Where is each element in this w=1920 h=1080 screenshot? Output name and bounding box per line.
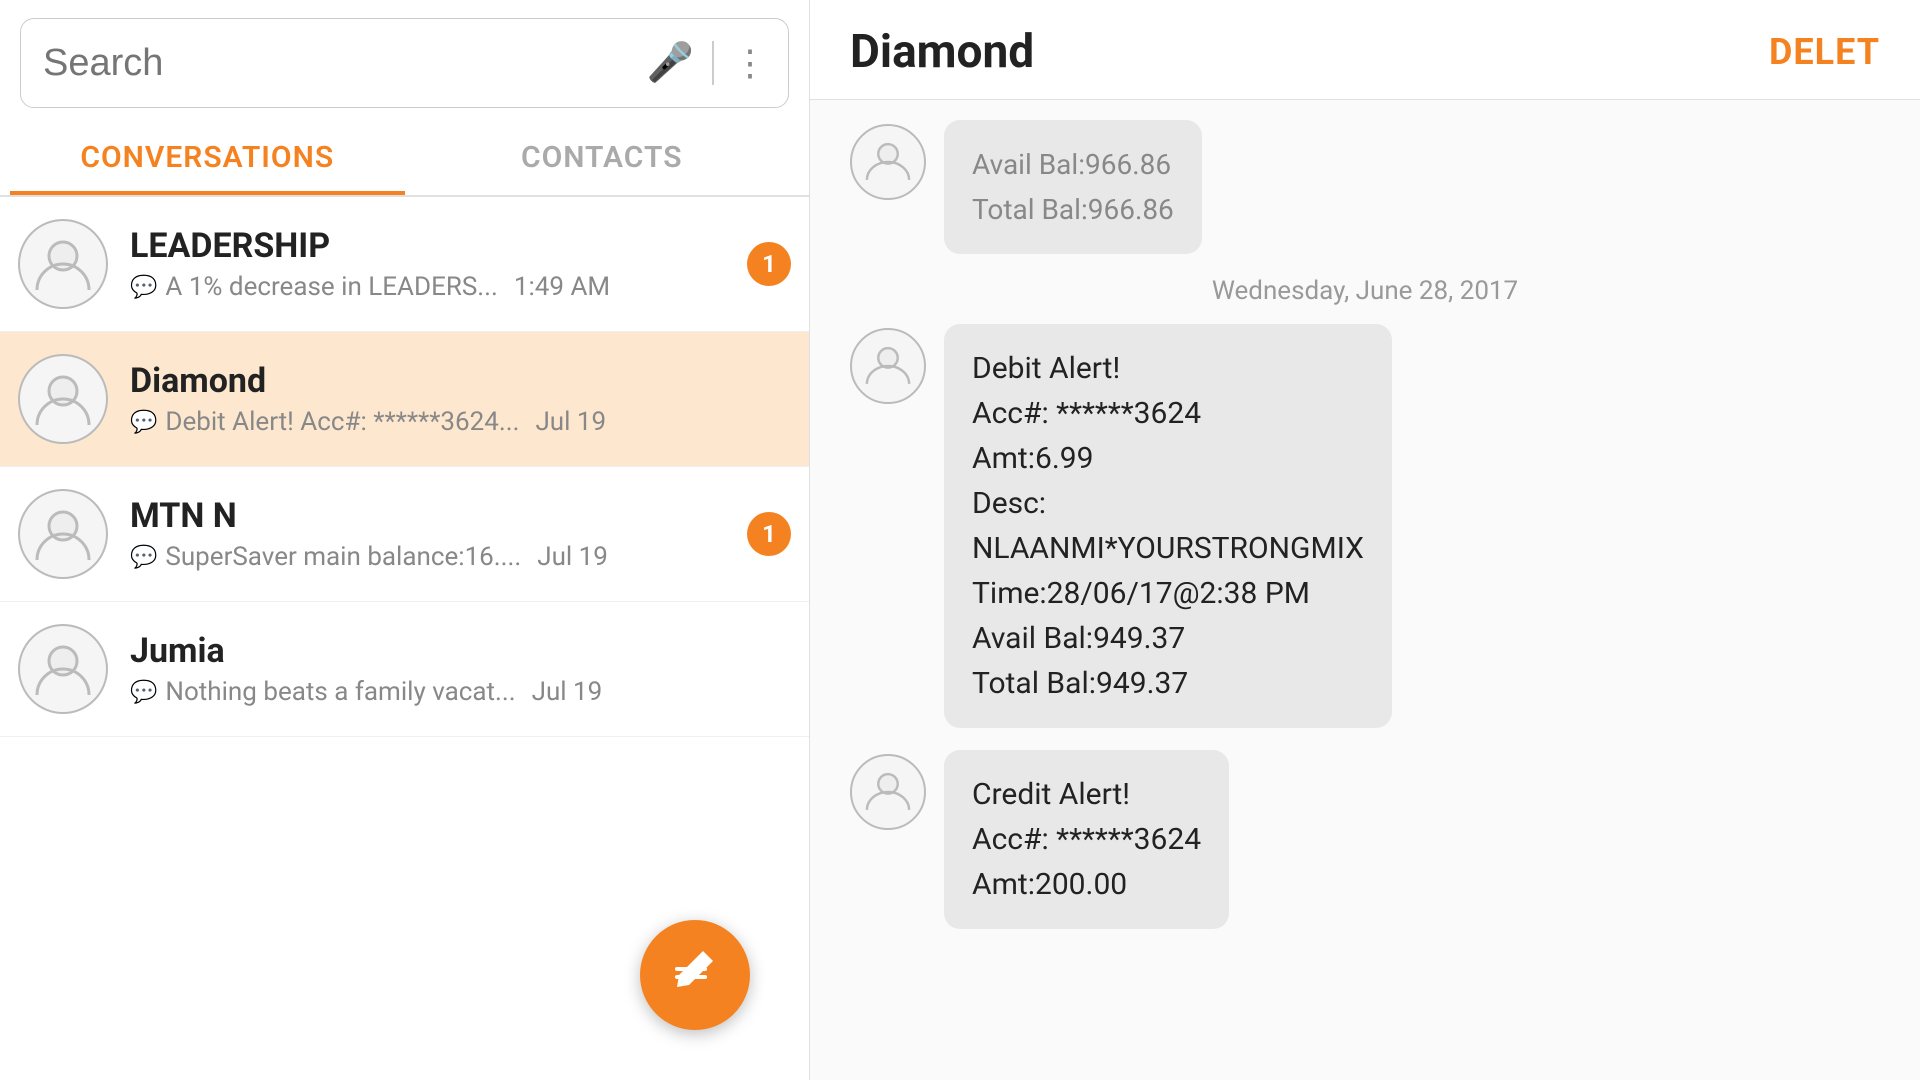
compose-fab[interactable] [640,920,750,1030]
avatar [850,328,926,404]
delete-button[interactable]: DELET [1769,31,1880,73]
conv-preview-text: Nothing beats a family vacat... [165,677,515,707]
conv-preview: 💬 Debit Alert! Acc#: ******3624... Jul 1… [130,407,671,437]
search-icons: 🎤 ⋮ [647,41,766,85]
conv-time: 1:49 AM [514,272,610,302]
avatar [18,354,108,444]
chat-title: Diamond [850,25,1034,79]
chat-icon: 💬 [130,275,157,300]
conv-right: 1 [671,242,791,286]
messages-area: Avail Bal:966.86Total Bal:966.86 Wednesd… [810,100,1920,1080]
list-item[interactable]: Diamond 💬 Debit Alert! Acc#: ******3624.… [0,332,809,467]
conv-preview: 💬 A 1% decrease in LEADERS... 1:49 AM [130,272,671,302]
search-bar: 🎤 ⋮ [20,18,789,108]
message-row: Debit Alert!Acc#: ******3624Amt:6.99Desc… [850,324,1880,728]
right-panel: Diamond DELET Avail Bal:966.86Total Bal:… [810,0,1920,1080]
tab-contacts[interactable]: CONTACTS [405,122,800,195]
conv-time: Jul 19 [535,407,606,437]
unread-badge: 1 [747,242,791,286]
chat-header: Diamond DELET [810,0,1920,100]
conv-preview: 💬 SuperSaver main balance:16.... Jul 19 [130,542,671,572]
conv-preview: 💬 Nothing beats a family vacat... Jul 19 [130,677,671,707]
search-input[interactable] [43,42,647,85]
list-item[interactable]: LEADERSHIP 💬 A 1% decrease in LEADERS...… [0,197,809,332]
left-panel: 🎤 ⋮ CONVERSATIONS CONTACTS LEADERSHIP 💬 … [0,0,810,1080]
message-bubble: Avail Bal:966.86Total Bal:966.86 [944,120,1202,254]
list-item[interactable]: MTN N 💬 SuperSaver main balance:16.... J… [0,467,809,602]
unread-badge: 1 [747,512,791,556]
avatar [18,219,108,309]
tab-conversations[interactable]: CONVERSATIONS [10,122,405,195]
list-item[interactable]: Jumia 💬 Nothing beats a family vacat... … [0,602,809,737]
avatar [18,489,108,579]
conv-name: Diamond [130,361,671,401]
conv-info: Diamond 💬 Debit Alert! Acc#: ******3624.… [130,361,671,437]
message-text: Credit Alert!Acc#: ******3624Amt:200.00 [972,777,1201,902]
conv-info: Jumia 💬 Nothing beats a family vacat... … [130,631,671,707]
avatar [18,624,108,714]
conv-preview-text: A 1% decrease in LEADERS... [165,272,497,302]
avatar [850,754,926,830]
conv-time: Jul 19 [537,542,608,572]
conv-preview-text: Debit Alert! Acc#: ******3624... [165,407,519,437]
message-bubble: Debit Alert!Acc#: ******3624Amt:6.99Desc… [944,324,1392,728]
message-row: Avail Bal:966.86Total Bal:966.86 [850,120,1880,254]
mic-icon[interactable]: 🎤 [647,41,694,85]
date-separator: Wednesday, June 28, 2017 [850,276,1880,306]
conv-info: MTN N 💬 SuperSaver main balance:16.... J… [130,496,671,572]
compose-icon [667,941,723,1010]
tabs: CONVERSATIONS CONTACTS [0,122,809,197]
conv-name: MTN N [130,496,671,536]
message-text: Debit Alert!Acc#: ******3624Amt:6.99Desc… [972,351,1364,701]
conv-right: 1 [671,512,791,556]
avatar [850,124,926,200]
conv-name: Jumia [130,631,671,671]
conv-time: Jul 19 [532,677,603,707]
chat-icon: 💬 [130,545,157,570]
conv-info: LEADERSHIP 💬 A 1% decrease in LEADERS...… [130,226,671,302]
chat-icon: 💬 [130,680,157,705]
message-bubble: Credit Alert!Acc#: ******3624Amt:200.00 [944,750,1229,929]
chat-icon: 💬 [130,410,157,435]
more-options-icon[interactable]: ⋮ [732,42,766,84]
conv-preview-text: SuperSaver main balance:16.... [165,542,521,572]
conv-name: LEADERSHIP [130,226,671,266]
message-text: Avail Bal:966.86Total Bal:966.86 [972,148,1174,226]
divider [712,41,714,85]
message-row: Credit Alert!Acc#: ******3624Amt:200.00 [850,750,1880,929]
